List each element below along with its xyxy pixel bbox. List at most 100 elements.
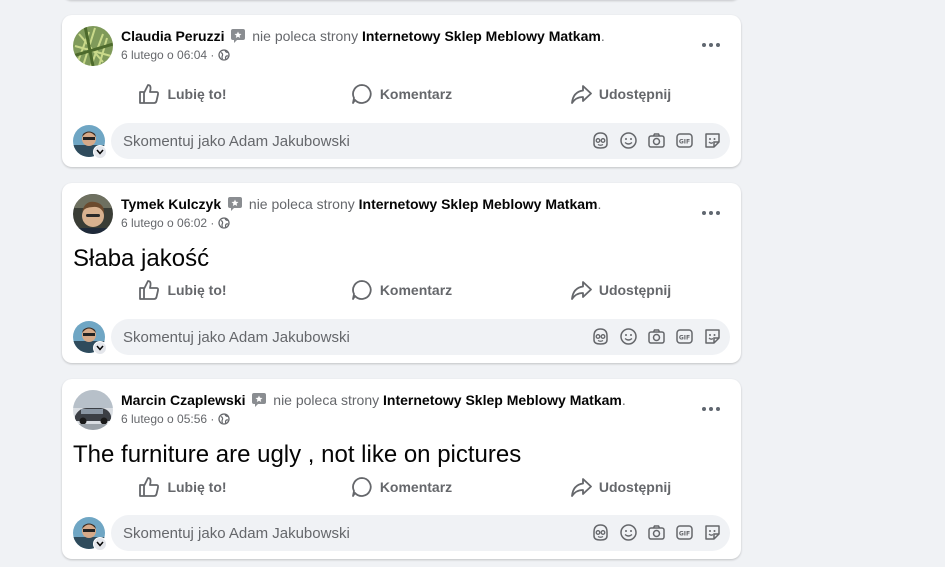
share-label: Udostępnij <box>598 479 672 495</box>
comment-tools: GIF <box>591 523 722 542</box>
more-options-button[interactable] <box>693 197 729 229</box>
author-avatar[interactable] <box>73 26 113 66</box>
camera-icon[interactable] <box>647 131 666 150</box>
post-meta: 6 lutego o 05:56 · <box>121 411 230 427</box>
review-headline: Marcin Czaplewski nie poleca strony Inte… <box>121 391 626 409</box>
like-button[interactable]: Lubię to! <box>73 470 292 504</box>
emoji-icon[interactable] <box>619 131 638 150</box>
comment-composer: GIF <box>73 515 730 551</box>
author-name[interactable]: Marcin Czaplewski <box>121 392 246 408</box>
more-dot <box>716 211 720 215</box>
review-text: The furniture are ugly , not like on pic… <box>73 441 522 468</box>
more-icon <box>702 43 706 47</box>
gif-icon[interactable]: GIF <box>675 327 694 346</box>
like-button[interactable]: Lubię to! <box>73 273 292 307</box>
more-dot <box>716 407 720 411</box>
like-label: Lubię to! <box>167 479 227 495</box>
post-meta: 6 lutego o 06:02 · <box>121 215 230 231</box>
more-dot <box>709 211 713 215</box>
action-bar: Lubię to! Komentarz Udostępnij <box>73 470 730 504</box>
headline-period: . <box>597 196 602 212</box>
share-arrow-icon <box>570 281 592 300</box>
comment-button[interactable]: Komentarz <box>292 77 511 111</box>
globe-icon <box>218 49 230 61</box>
meta-separator: · <box>210 412 215 426</box>
more-icon <box>702 407 706 411</box>
camera-icon[interactable] <box>647 327 666 346</box>
author-name[interactable]: Tymek Kulczyk <box>121 196 221 212</box>
page-name-link[interactable]: Internetowy Sklep Meblowy Matkam <box>362 28 601 44</box>
review-verb: nie poleca strony <box>248 196 355 212</box>
camera-icon[interactable] <box>647 523 666 542</box>
avatar-sticker-icon[interactable] <box>591 327 610 346</box>
action-bar: Lubię to! Komentarz Udostępnij <box>73 273 730 307</box>
more-options-button[interactable] <box>693 29 729 61</box>
review-text: Słaba jakość <box>73 245 210 272</box>
gif-icon[interactable]: GIF <box>675 131 694 150</box>
share-button[interactable]: Udostępnij <box>511 77 730 111</box>
comment-label: Komentarz <box>379 479 453 495</box>
share-button[interactable]: Udostępnij <box>511 273 730 307</box>
headline-period: . <box>621 392 626 408</box>
comment-button[interactable]: Komentarz <box>292 470 511 504</box>
svg-text:GIF: GIF <box>679 334 690 341</box>
like-button[interactable]: Lubię to! <box>73 77 292 111</box>
globe-icon <box>218 217 230 229</box>
globe-icon <box>218 413 230 425</box>
no-recommend-icon <box>251 392 267 408</box>
svg-text:GIF: GIF <box>679 530 690 537</box>
more-options-button[interactable] <box>693 393 729 425</box>
review-headline: Claudia Peruzzi nie poleca strony Intern… <box>121 27 605 45</box>
gif-icon[interactable]: GIF <box>675 523 694 542</box>
comment-bubble-icon <box>351 280 372 300</box>
review-verb: nie poleca strony <box>273 392 380 408</box>
like-label: Lubię to! <box>167 86 227 102</box>
sticker-icon[interactable] <box>703 523 722 542</box>
more-dot <box>709 407 713 411</box>
emoji-icon[interactable] <box>619 327 638 346</box>
post-timestamp[interactable]: 6 lutego o 05:56 <box>121 412 207 426</box>
thumbs-up-icon <box>139 477 160 497</box>
no-recommend-icon <box>227 196 243 212</box>
emoji-icon[interactable] <box>619 523 638 542</box>
comment-label: Komentarz <box>379 282 453 298</box>
comment-composer: GIF <box>73 319 730 355</box>
chevron-down-icon[interactable] <box>93 341 107 355</box>
sticker-icon[interactable] <box>703 131 722 150</box>
comment-button[interactable]: Komentarz <box>292 273 511 307</box>
no-recommend-icon <box>230 28 246 44</box>
author-name[interactable]: Claudia Peruzzi <box>121 28 224 44</box>
avatar-sticker-icon[interactable] <box>591 131 610 150</box>
comment-tools: GIF <box>591 131 722 150</box>
thumbs-up-icon <box>139 84 160 104</box>
post-timestamp[interactable]: 6 lutego o 06:04 <box>121 48 207 62</box>
more-dot <box>709 43 713 47</box>
svg-text:GIF: GIF <box>679 138 690 145</box>
page-name-link[interactable]: Internetowy Sklep Meblowy Matkam <box>383 392 622 408</box>
chevron-down-icon[interactable] <box>93 537 107 551</box>
like-label: Lubię to! <box>167 282 227 298</box>
headline-period: . <box>600 28 605 44</box>
author-avatar[interactable] <box>73 390 113 430</box>
post-timestamp[interactable]: 6 lutego o 06:02 <box>121 216 207 230</box>
share-arrow-icon <box>570 85 592 104</box>
avatar-sticker-icon[interactable] <box>591 523 610 542</box>
action-bar: Lubię to! Komentarz Udostępnij <box>73 77 730 111</box>
review-card: Marcin Czaplewski nie poleca strony Inte… <box>62 379 741 559</box>
chevron-down-icon[interactable] <box>93 145 107 159</box>
review-card: Claudia Peruzzi nie poleca strony Intern… <box>62 15 741 167</box>
comment-bubble-icon <box>351 477 372 497</box>
review-verb: nie poleca strony <box>252 28 359 44</box>
share-button[interactable]: Udostępnij <box>511 470 730 504</box>
meta-separator: · <box>210 48 215 62</box>
share-label: Udostępnij <box>598 282 672 298</box>
more-icon <box>702 211 706 215</box>
comment-composer: GIF <box>73 123 730 159</box>
page-name-link[interactable]: Internetowy Sklep Meblowy Matkam <box>359 196 598 212</box>
comment-bubble-icon <box>351 84 372 104</box>
comment-tools: GIF <box>591 327 722 346</box>
author-avatar[interactable] <box>73 194 113 234</box>
meta-separator: · <box>210 216 215 230</box>
sticker-icon[interactable] <box>703 327 722 346</box>
thumbs-up-icon <box>139 280 160 300</box>
